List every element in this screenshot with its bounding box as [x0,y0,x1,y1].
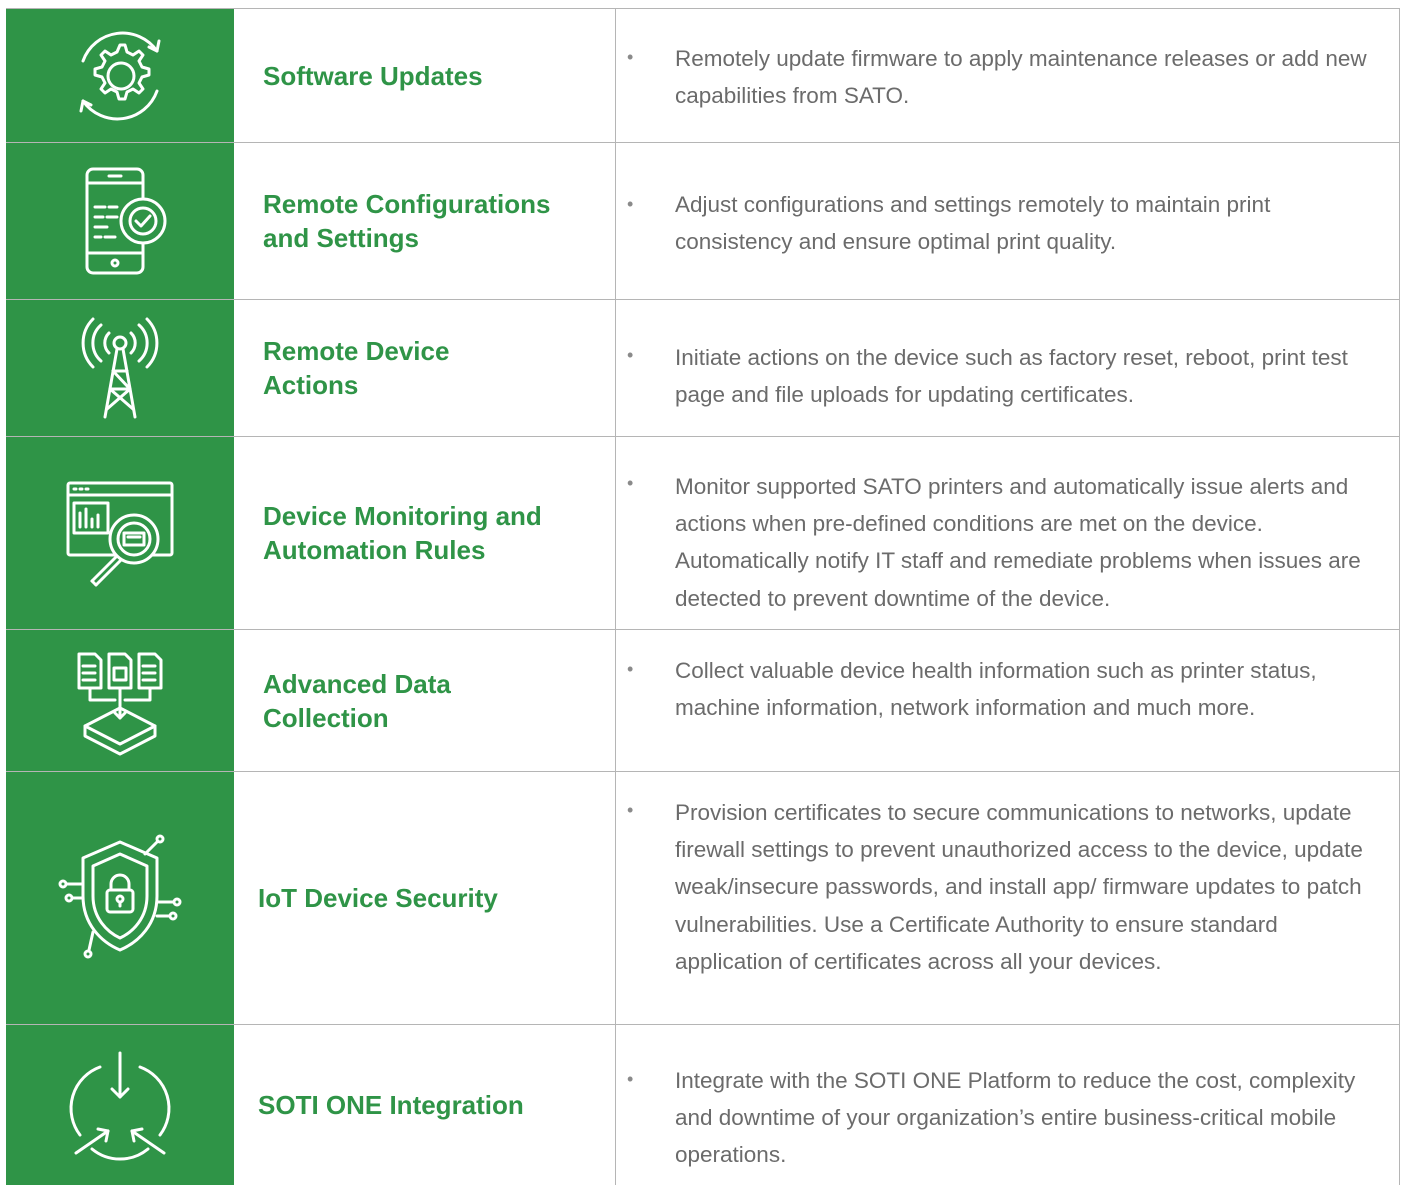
title-cell: SOTI ONE Integration [234,1025,616,1185]
icon-cell [6,772,234,1024]
icon-cell [6,630,234,771]
integration-arrows-icon [60,1045,180,1165]
description-cell: • Provision certificates to secure commu… [616,772,1400,1024]
feature-title: Software Updates [263,60,483,91]
icon-cell [6,437,234,629]
monitoring-magnifier-icon [60,473,180,593]
bullet: • [627,345,634,365]
icon-cell [6,143,234,299]
table-row: IoT Device Security • Provision certific… [6,771,1400,1024]
feature-title: Advanced Data Collection [263,668,451,733]
description-cell: • Remotely update firmware to apply main… [616,9,1400,142]
table-row: Remote Device Actions • Initiate actions… [6,299,1400,436]
bullet: • [627,194,634,214]
antenna-tower-icon [65,313,175,423]
description-cell: • Integrate with the SOTI ONE Platform t… [616,1025,1400,1185]
table-row: Software Updates • Remotely update firmw… [6,8,1400,142]
title-cell: IoT Device Security [234,772,616,1024]
title-cell: Device Monitoring and Automation Rules [234,437,616,629]
feature-description: Integrate with the SOTI ONE Platform to … [675,1068,1356,1168]
bullet: • [627,1069,634,1089]
table-row: SOTI ONE Integration • Integrate with th… [6,1024,1400,1185]
gear-update-icon [65,21,175,131]
bullet: • [627,47,634,67]
data-collection-icon [65,646,175,756]
bullet: • [627,800,634,820]
feature-description: Adjust configurations and settings remot… [675,192,1271,255]
feature-title: SOTI ONE Integration [258,1090,524,1120]
icon-cell [6,1025,234,1185]
feature-description: Provision certificates to secure communi… [675,800,1363,974]
icon-cell [6,300,234,436]
bullet: • [627,659,634,679]
description-cell: • Collect valuable device health informa… [616,630,1400,771]
description-cell: • Monitor supported SATO printers and au… [616,437,1400,629]
feature-description: Remotely update firmware to apply mainte… [675,46,1367,109]
phone-settings-icon [65,161,175,281]
icon-cell [6,9,234,142]
feature-description: Initiate actions on the device such as f… [675,345,1348,408]
title-cell: Advanced Data Collection [234,630,616,771]
feature-title: IoT Device Security [258,883,498,913]
table-row: Remote Configurations and Settings • Adj… [6,142,1400,299]
feature-description: Collect valuable device health informati… [675,658,1317,721]
title-cell: Remote Configurations and Settings [234,143,616,299]
feature-title: Remote Device Actions [263,336,450,400]
table-row: Advanced Data Collection • Collect valua… [6,629,1400,771]
table-row: Device Monitoring and Automation Rules •… [6,436,1400,629]
feature-title: Device Monitoring and Automation Rules [263,501,542,565]
bullet: • [627,473,634,493]
title-cell: Software Updates [234,9,616,142]
feature-title: Remote Configurations and Settings [263,189,551,253]
feature-description: Monitor supported SATO printers and auto… [675,474,1361,611]
shield-lock-icon [45,828,195,968]
description-cell: • Adjust configurations and settings rem… [616,143,1400,299]
title-cell: Remote Device Actions [234,300,616,436]
description-cell: • Initiate actions on the device such as… [616,300,1400,436]
